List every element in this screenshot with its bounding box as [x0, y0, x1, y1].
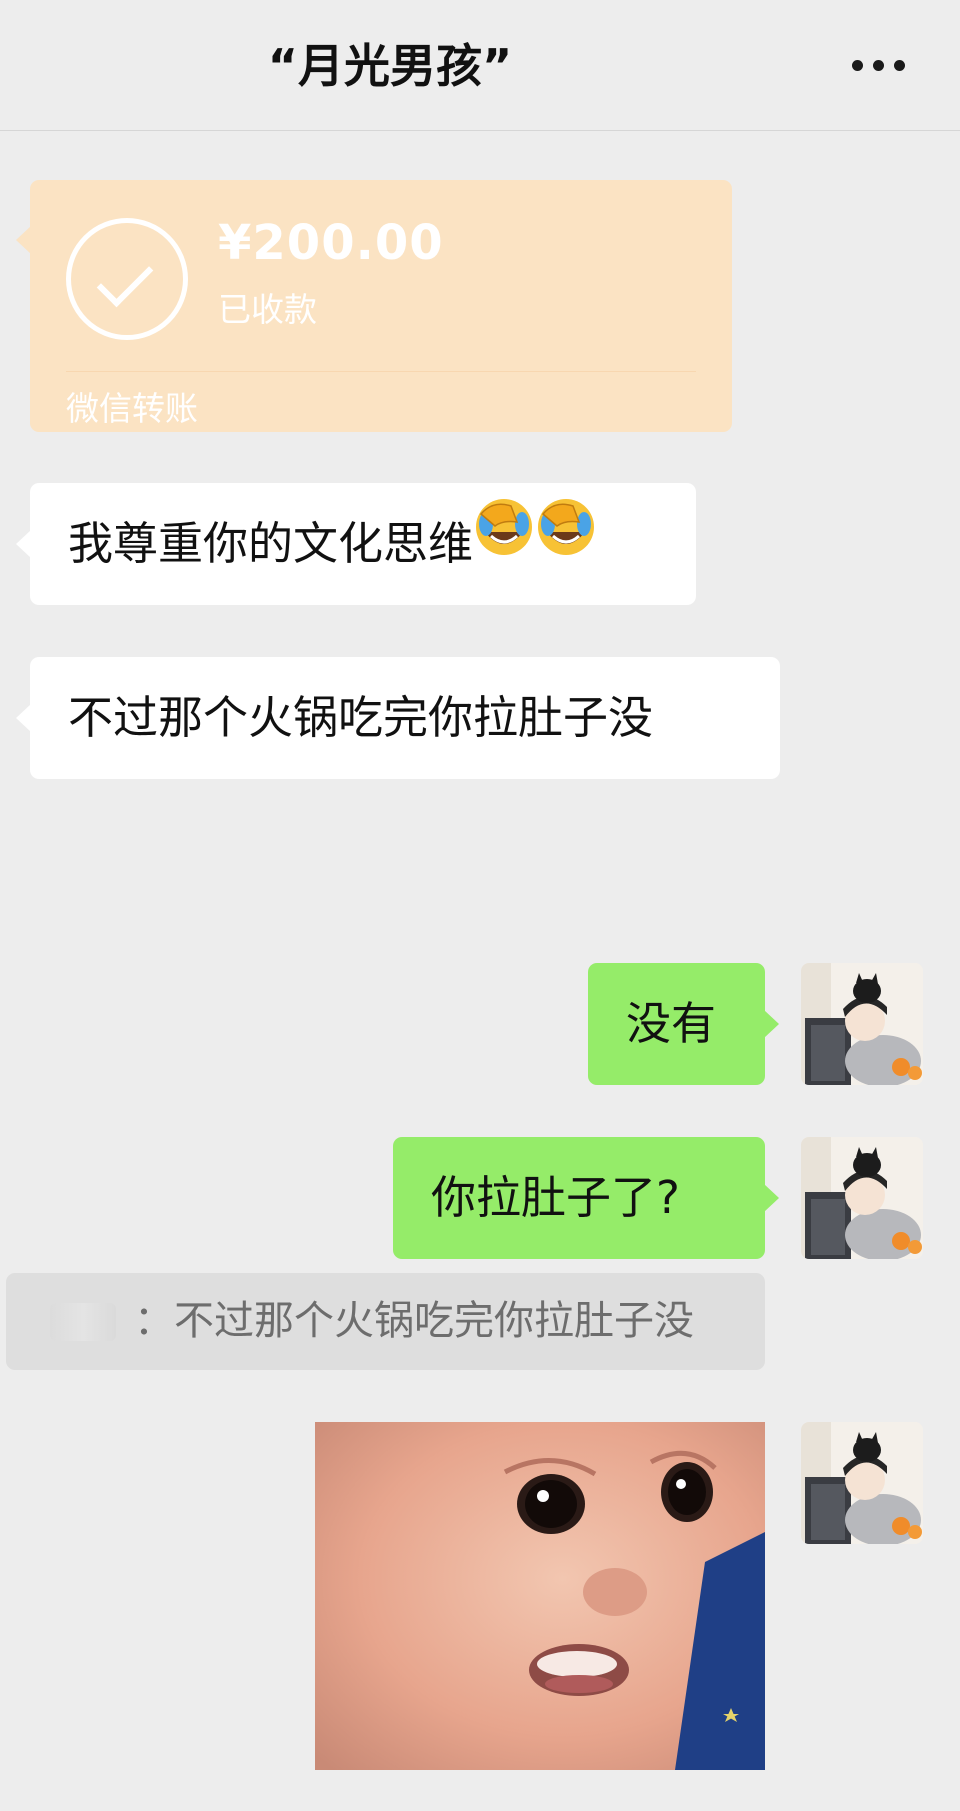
transfer-divider	[66, 371, 696, 372]
message-text: 你拉肚子了?	[431, 1171, 680, 1224]
message-bubble-outgoing[interactable]: 没有	[588, 963, 779, 1085]
sticker-image[interactable]	[315, 1422, 765, 1770]
message-text: 我尊重你的文化思维	[68, 517, 474, 570]
chat-header: “月光男孩”	[0, 0, 960, 131]
chat-title: “月光男孩”	[267, 39, 513, 93]
more-icon[interactable]	[852, 60, 906, 74]
check-circle-icon	[66, 218, 188, 340]
message-text: 不过那个火锅吃完你拉肚子没	[68, 691, 654, 744]
face-palm-laugh-emoji-icon	[473, 482, 535, 604]
message-text: 没有	[626, 997, 717, 1050]
avatar[interactable]	[801, 1137, 923, 1259]
message-bubble-incoming[interactable]: 不过那个火锅吃完你拉肚子没	[16, 657, 780, 779]
message-bubble-outgoing[interactable]: 你拉肚子了?	[393, 1137, 779, 1259]
message-bubble-incoming[interactable]: 我尊重你的文化思维	[16, 482, 696, 605]
avatar[interactable]	[801, 1422, 923, 1544]
transfer-card[interactable]: ¥200.00 已收款 微信转账	[16, 180, 732, 432]
quoted-message[interactable]: ：不过那个火锅吃完你拉肚子没	[6, 1273, 765, 1370]
avatar[interactable]	[801, 963, 923, 1085]
redacted-sender-name	[50, 1303, 116, 1341]
transfer-status: 已收款	[218, 290, 317, 329]
face-palm-laugh-emoji-icon	[535, 482, 597, 604]
transfer-brand-label: 微信转账	[66, 389, 198, 428]
quote-separator: ：	[134, 1298, 174, 1344]
transfer-amount: ¥200.00	[218, 215, 444, 271]
quote-text: 不过那个火锅吃完你拉肚子没	[174, 1298, 694, 1344]
